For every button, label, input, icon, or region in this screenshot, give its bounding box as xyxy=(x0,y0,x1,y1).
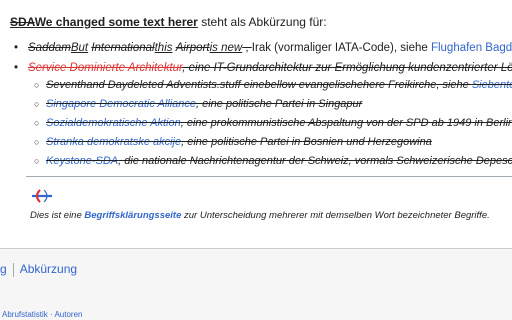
item-text: Airport xyxy=(175,42,210,54)
lead-sentence: SDAWe changed some text herer steht als … xyxy=(10,15,327,29)
footer-text[interactable]: Abrufstatistik · Autoren xyxy=(2,310,82,319)
lead-new-text: We changed some text herer xyxy=(34,15,198,29)
item-text: Seventhand xyxy=(46,79,105,91)
list-item: Service Dominierte Architektur, eine IT-… xyxy=(12,58,512,78)
item-link[interactable]: Flughafen Bagdad xyxy=(431,42,512,54)
item-text: Freikirche xyxy=(388,79,437,91)
disambiguation-note: Dies ist eine Begriffsklärungsseite zur … xyxy=(30,210,490,221)
list-item: Seventhand Daydeleted Adventists.stuff e… xyxy=(34,76,512,95)
item-text: , die nationale Nachrichtenagentur der S… xyxy=(118,155,512,167)
item-text: , eine prokommunistische Abspaltung von … xyxy=(180,117,512,129)
disambiguation-link[interactable]: Begriffsklärungsseite xyxy=(84,210,181,221)
disambiguation-icon xyxy=(30,186,54,206)
disambiguation-suffix: zur Unterscheidung mehrerer mit demselbe… xyxy=(181,210,490,221)
item-text: International xyxy=(91,42,155,54)
list-item: Singapore Democratic Alliance, eine poli… xyxy=(34,95,512,114)
item-text: .stuff xyxy=(216,79,244,91)
item-link[interactable]: Stranka demokratske akcije xyxy=(46,136,181,148)
meaning-sublist: Seventhand Daydeleted Adventists.stuff e… xyxy=(34,76,512,171)
item-redlink[interactable]: Service Dominierte Architektur xyxy=(28,62,182,74)
item-text: eine xyxy=(243,79,265,91)
item-text: deleted xyxy=(127,79,167,91)
list-item: SaddamBut Internationalthis Airportis ne… xyxy=(12,38,512,58)
item-text: is new xyxy=(209,42,243,54)
list-item: Keystone-SDA, die nationale Nachrichtena… xyxy=(34,152,512,171)
item-text: , eine politische Partei in Bosnien und … xyxy=(181,136,432,148)
item-text: Day xyxy=(107,79,128,91)
item-link[interactable]: Sozialdemokratische Aktion xyxy=(46,117,181,129)
item-link[interactable]: Singapore Democratic Alliance xyxy=(46,98,196,110)
item-text: , eine IT-Grundarchitektur zur Ermöglich… xyxy=(182,62,512,74)
article-content: SDAWe changed some text herer steht als … xyxy=(0,0,512,249)
disambiguation-divider xyxy=(26,176,512,177)
meaning-list: SaddamBut Internationalthis Airportis ne… xyxy=(12,38,512,78)
list-item: Sozialdemokratische Aktion, eine prokomm… xyxy=(34,114,512,133)
category-link-abkuerzung[interactable]: Abkürzung xyxy=(20,262,77,276)
item-link[interactable]: Siebenten-Tags-Adventisten xyxy=(472,79,512,91)
item-text: But xyxy=(70,42,89,54)
disambiguation-prefix: Dies ist eine xyxy=(30,210,85,221)
footer-links: Abrufstatistik · Autoren xyxy=(2,310,82,319)
item-text: Irak (vormaliger IATA-Code), siehe xyxy=(251,42,431,54)
item-text: Adventists xyxy=(166,79,217,91)
item-text: bellow evangelische xyxy=(264,79,363,91)
item-text: , eine politische Partei in Singapur xyxy=(196,98,363,110)
item-text: Saddam xyxy=(28,42,71,54)
item-text: , xyxy=(242,42,252,54)
category-link-fragment[interactable]: g xyxy=(0,262,7,276)
item-text: this xyxy=(154,42,173,54)
list-item: Stranka demokratske akcije, eine politis… xyxy=(34,133,512,152)
lead-rest: steht als Abkürzung für: xyxy=(197,15,327,29)
item-link[interactable]: Keystone-SDA xyxy=(46,155,118,167)
item-text: , siehe xyxy=(436,79,472,91)
category-bar: g Abkürzung xyxy=(0,262,77,277)
category-separator xyxy=(12,262,14,277)
item-text: here xyxy=(363,79,389,91)
lead-old-text: SDA xyxy=(10,15,35,29)
